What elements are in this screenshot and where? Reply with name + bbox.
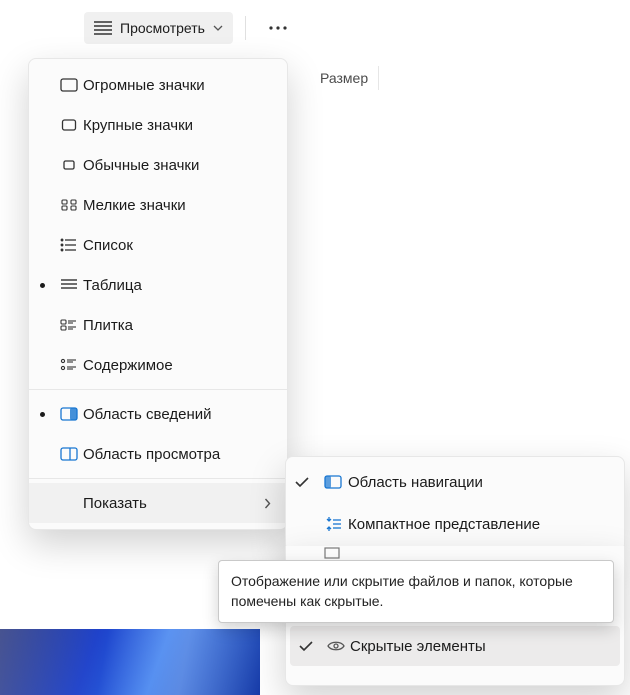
chevron-right-icon bbox=[257, 498, 277, 509]
column-header-row: Размер bbox=[310, 64, 630, 92]
radio-indicator bbox=[29, 412, 55, 417]
menu-item-content[interactable]: Содержимое bbox=[29, 345, 287, 385]
view-label: Просмотреть bbox=[120, 20, 205, 36]
column-size[interactable]: Размер bbox=[310, 66, 379, 90]
submenu-item-partial[interactable] bbox=[286, 546, 624, 560]
menu-item-label: Область навигации bbox=[348, 474, 614, 491]
menu-item-small-icons[interactable]: Мелкие значки bbox=[29, 185, 287, 225]
menu-item-label: Мелкие значки bbox=[83, 197, 277, 214]
checkmark-icon bbox=[286, 477, 318, 488]
tiles-icon bbox=[55, 318, 83, 332]
menu-item-huge-icons[interactable]: Огромные значки bbox=[29, 65, 287, 105]
content-icon bbox=[55, 358, 83, 372]
chevron-down-icon bbox=[213, 25, 223, 31]
menu-item-preview-pane[interactable]: Область просмотра bbox=[29, 434, 287, 474]
preview-pane-icon bbox=[55, 447, 83, 461]
toolbar: Просмотреть bbox=[0, 0, 630, 56]
view-lines-icon bbox=[94, 21, 112, 35]
tooltip-text: Отображение или скрытие файлов и папок, … bbox=[231, 573, 573, 609]
details-pane-icon bbox=[55, 407, 83, 421]
submenu-item-compact[interactable]: Компактное представление bbox=[286, 503, 624, 545]
menu-separator bbox=[29, 478, 287, 479]
small-icons-icon bbox=[55, 198, 83, 212]
menu-item-label: Огромные значки bbox=[83, 77, 277, 94]
nav-pane-icon bbox=[318, 475, 348, 489]
menu-item-label: Компактное представление bbox=[348, 516, 614, 533]
menu-item-label: Список bbox=[83, 237, 277, 254]
menu-item-label: Показать bbox=[83, 495, 257, 512]
menu-item-label: Скрытые элементы bbox=[350, 638, 610, 655]
menu-item-label: Крупные значки bbox=[83, 117, 277, 134]
more-button[interactable] bbox=[258, 10, 298, 46]
menu-item-label: Плитка bbox=[83, 317, 277, 334]
show-submenu: Область навигации Компактное представлен… bbox=[285, 456, 625, 552]
menu-item-label: Область просмотра bbox=[83, 446, 277, 463]
submenu-item-nav-pane[interactable]: Область навигации bbox=[286, 461, 624, 503]
menu-item-show[interactable]: Показать bbox=[29, 483, 287, 523]
toolbar-divider bbox=[245, 16, 246, 40]
hidden-items-icon bbox=[322, 639, 350, 653]
list-icon bbox=[55, 238, 83, 252]
large-icons-icon bbox=[55, 118, 83, 132]
menu-item-details-pane[interactable]: Область сведений bbox=[29, 394, 287, 434]
menu-item-label: Обычные значки bbox=[83, 157, 277, 174]
submenu-item-hidden-items[interactable]: Скрытые элементы bbox=[290, 626, 620, 666]
huge-icons-icon bbox=[55, 78, 83, 92]
menu-item-label: Область сведений bbox=[83, 406, 277, 423]
menu-separator bbox=[29, 389, 287, 390]
view-menu: Огромные значки Крупные значки Обычные з… bbox=[28, 58, 288, 530]
details-icon bbox=[55, 278, 83, 292]
view-dropdown-button[interactable]: Просмотреть bbox=[84, 12, 233, 44]
menu-item-details[interactable]: Таблица bbox=[29, 265, 287, 305]
taskbar-background bbox=[0, 629, 260, 695]
menu-item-label: Таблица bbox=[83, 277, 277, 294]
menu-item-list[interactable]: Список bbox=[29, 225, 287, 265]
menu-item-tiles[interactable]: Плитка bbox=[29, 305, 287, 345]
radio-indicator bbox=[29, 283, 55, 288]
checkmark-icon bbox=[290, 641, 322, 652]
placeholder-icon bbox=[318, 546, 346, 560]
compact-view-icon bbox=[318, 516, 348, 532]
menu-item-large-icons[interactable]: Крупные значки bbox=[29, 105, 287, 145]
medium-icons-icon bbox=[55, 158, 83, 172]
menu-item-label: Содержимое bbox=[83, 357, 277, 374]
menu-item-medium-icons[interactable]: Обычные значки bbox=[29, 145, 287, 185]
tooltip: Отображение или скрытие файлов и папок, … bbox=[218, 560, 614, 623]
